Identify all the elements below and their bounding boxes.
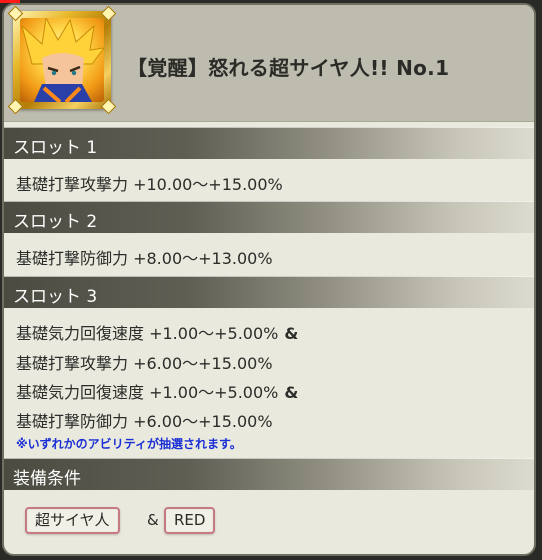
ability-connector: & [284,324,299,343]
slot-3-ability-3: 基礎気力回復速度 +1.00〜+5.00% & [16,379,298,403]
equip-tag-super-saiyan[interactable]: 超サイヤ人 [25,507,120,534]
slot-3-header: スロット 3 [4,276,534,308]
equip-condition-header: 装備条件 [4,458,534,490]
slot-3-ability-4: 基礎打撃防御力 +6.00〜+15.00% [16,412,273,431]
equipment-detail-panel: 【覚醒】怒れる超サイヤ人!! No.1 スロット 1 基礎打撃攻撃力 +10.0… [2,3,536,556]
equip-condition-header-label: 装備条件 [13,469,81,489]
slot-3-ability-3-text: 基礎気力回復速度 +1.00〜+5.00% [16,383,279,402]
item-portrait-frame [7,5,117,115]
random-ability-note: ※いずれかのアビリティが抽選されます。 [16,437,242,451]
slot-2-header-label: スロット 2 [13,212,98,232]
slot-2-header: スロット 2 [4,201,534,233]
slot-3-ability-1-text: 基礎気力回復速度 +1.00〜+5.00% [16,324,279,343]
super-saiyan-portrait-icon [20,18,104,102]
slot-2-ability: 基礎打撃防御力 +8.00〜+13.00% [16,249,273,268]
slot-1-header-label: スロット 1 [13,138,98,158]
slot-3-header-label: スロット 3 [13,287,98,307]
item-header: 【覚醒】怒れる超サイヤ人!! No.1 [4,5,534,122]
ability-connector: & [284,383,299,402]
slot-3-ability-1: 基礎気力回復速度 +1.00〜+5.00% & [16,320,298,344]
item-title: 【覚醒】怒れる超サイヤ人!! No.1 [127,56,450,80]
slot-3-ability-2: 基礎打撃攻撃力 +6.00〜+15.00% [16,354,273,373]
equip-tag-connector: & [147,511,159,529]
equip-tag-red[interactable]: RED [164,507,216,534]
slot-1-ability: 基礎打撃攻撃力 +10.00〜+15.00% [16,175,283,194]
slot-1-header: スロット 1 [4,127,534,159]
top-accent-line [0,0,20,3]
